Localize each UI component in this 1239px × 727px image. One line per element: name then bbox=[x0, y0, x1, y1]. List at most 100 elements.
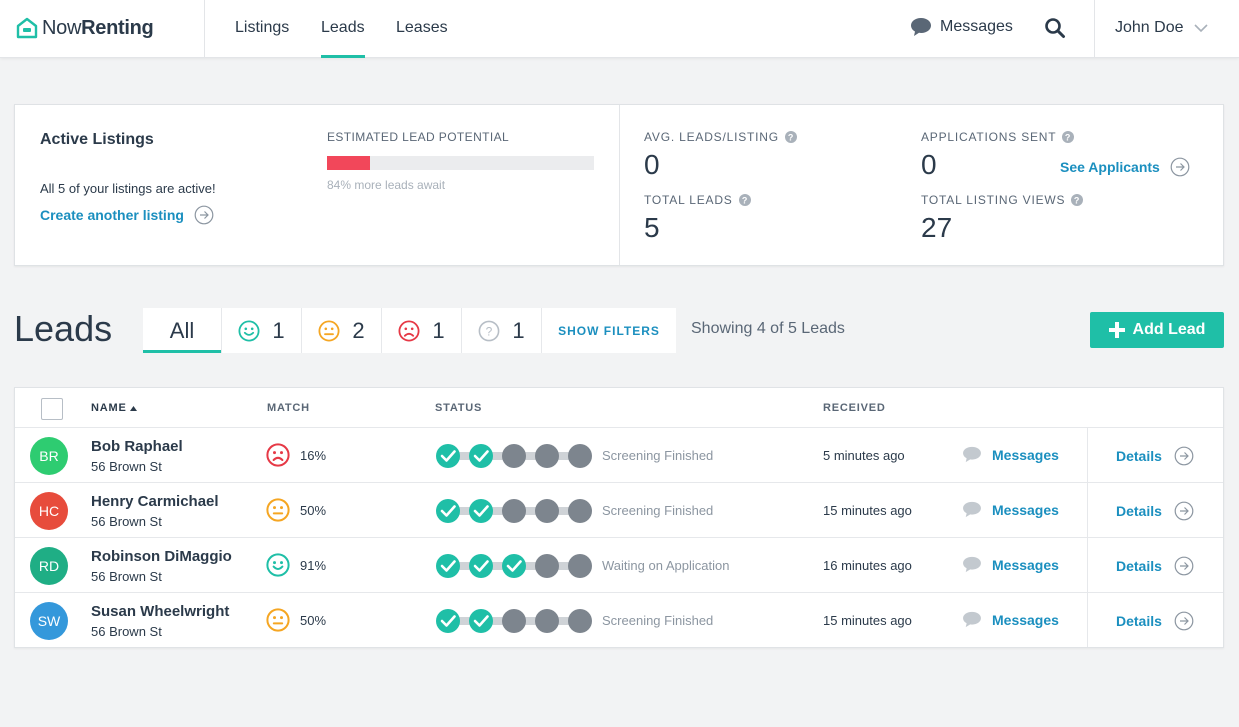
status-text: Screening Finished bbox=[602, 613, 714, 628]
match-percent: 50% bbox=[300, 613, 327, 628]
nav-active-indicator bbox=[321, 55, 365, 58]
help-icon[interactable]: ? bbox=[1071, 194, 1084, 206]
show-filters-label: SHOW FILTERS bbox=[558, 323, 660, 338]
details-link[interactable]: Details bbox=[1116, 611, 1194, 631]
lead-address: 56 Brown St bbox=[91, 514, 162, 529]
summary-divider bbox=[619, 105, 620, 265]
show-filters-button[interactable]: SHOW FILTERS bbox=[542, 308, 676, 353]
applications-sent-label: APPLICATIONS SENT ? bbox=[921, 130, 1075, 144]
tab-unknown-count: 1 bbox=[512, 317, 525, 343]
user-menu[interactable]: John Doe bbox=[1115, 19, 1208, 37]
row-messages-link[interactable]: Messages bbox=[962, 611, 1059, 628]
select-all-checkbox[interactable] bbox=[41, 398, 63, 420]
row-divider bbox=[1087, 538, 1088, 592]
tab-all[interactable]: All bbox=[143, 308, 222, 353]
lead-potential-fill bbox=[327, 156, 370, 170]
table-row[interactable]: SW Susan Wheelwright 56 Brown St 50% Scr… bbox=[15, 593, 1223, 648]
lead-address: 56 Brown St bbox=[91, 569, 162, 584]
column-header-match[interactable]: MATCH bbox=[267, 402, 310, 414]
active-listings-title: Active Listings bbox=[40, 131, 154, 148]
svg-text:?: ? bbox=[788, 132, 794, 142]
details-label: Details bbox=[1116, 448, 1162, 464]
match-percent: 91% bbox=[300, 558, 327, 573]
help-icon[interactable]: ? bbox=[738, 194, 751, 206]
progress-step bbox=[469, 554, 493, 578]
row-messages-link[interactable]: Messages bbox=[962, 501, 1059, 518]
brand-name: NowRenting bbox=[42, 16, 154, 39]
progress-step bbox=[535, 554, 559, 578]
match-percent: 50% bbox=[300, 503, 327, 518]
row-messages-label: Messages bbox=[992, 556, 1059, 573]
row-messages-label: Messages bbox=[992, 611, 1059, 628]
nav-listings[interactable]: Listings bbox=[235, 19, 289, 37]
tab-unknown[interactable]: ? 1 bbox=[462, 308, 542, 353]
create-listing-link[interactable]: Create another listing bbox=[40, 205, 214, 225]
avg-leads-label: AVG. LEADS/LISTING ? bbox=[644, 130, 797, 144]
row-messages-link[interactable]: Messages bbox=[962, 446, 1059, 463]
tab-happy[interactable]: 1 bbox=[222, 308, 302, 353]
search-button[interactable] bbox=[1044, 17, 1066, 44]
column-header-received[interactable]: RECEIVED bbox=[823, 402, 886, 414]
progress-step bbox=[469, 444, 493, 468]
nav-leases[interactable]: Leases bbox=[396, 19, 448, 37]
brand-logo[interactable]: NowRenting bbox=[16, 14, 154, 42]
progress-step bbox=[502, 609, 526, 633]
add-lead-label: Add Lead bbox=[1132, 321, 1206, 338]
row-messages-link[interactable]: Messages bbox=[962, 556, 1059, 573]
avatar: BR bbox=[30, 437, 68, 475]
details-link[interactable]: Details bbox=[1116, 501, 1194, 521]
applications-sent-label-text: APPLICATIONS SENT bbox=[921, 130, 1057, 144]
progress-step bbox=[502, 499, 526, 523]
table-row[interactable]: HC Henry Carmichael 56 Brown St 50% Scre… bbox=[15, 483, 1223, 538]
avatar: SW bbox=[30, 602, 68, 640]
help-icon[interactable]: ? bbox=[784, 131, 797, 143]
plus-icon bbox=[1108, 322, 1125, 338]
lead-name[interactable]: Bob Raphael bbox=[91, 438, 183, 455]
sad-face-icon bbox=[266, 443, 290, 467]
status-text: Waiting on Application bbox=[602, 558, 730, 573]
progress-step bbox=[502, 554, 526, 578]
lead-potential-note: 84% more leads await bbox=[327, 178, 446, 192]
circle-arrow-right-icon bbox=[1174, 446, 1194, 466]
listings-summary-card: Active Listings All 5 of your listings a… bbox=[14, 104, 1224, 266]
circle-arrow-right-icon bbox=[1170, 157, 1190, 177]
neutral-face-icon bbox=[318, 319, 340, 342]
details-link[interactable]: Details bbox=[1116, 556, 1194, 576]
speech-bubble-icon bbox=[963, 611, 981, 628]
tab-sad[interactable]: 1 bbox=[382, 308, 462, 353]
tab-neutral[interactable]: 2 bbox=[302, 308, 382, 353]
lead-name[interactable]: Robinson DiMaggio bbox=[91, 548, 232, 565]
help-icon[interactable]: ? bbox=[1062, 131, 1075, 143]
received-time: 15 minutes ago bbox=[823, 613, 912, 628]
avg-leads-value: 0 bbox=[644, 149, 660, 180]
lead-name[interactable]: Henry Carmichael bbox=[91, 493, 219, 510]
column-header-name[interactable]: NAME bbox=[91, 402, 137, 414]
status-text: Screening Finished bbox=[602, 448, 714, 463]
circle-arrow-right-icon bbox=[1174, 501, 1194, 521]
progress-step bbox=[469, 609, 493, 633]
tab-neutral-count: 2 bbox=[352, 317, 365, 343]
details-label: Details bbox=[1116, 558, 1162, 574]
see-applicants-link[interactable]: See Applicants bbox=[1060, 157, 1190, 177]
header-messages-link[interactable]: Messages bbox=[910, 17, 1013, 37]
add-lead-button[interactable]: Add Lead bbox=[1090, 312, 1224, 348]
see-applicants-label: See Applicants bbox=[1060, 159, 1160, 175]
table-row[interactable]: RD Robinson DiMaggio 56 Brown St 91% Wai… bbox=[15, 538, 1223, 593]
progress-step bbox=[535, 499, 559, 523]
speech-bubble-icon bbox=[963, 446, 981, 463]
progress-step bbox=[568, 499, 592, 523]
happy-face-icon bbox=[238, 319, 260, 342]
total-views-label-text: TOTAL LISTING VIEWS bbox=[921, 193, 1066, 207]
details-link[interactable]: Details bbox=[1116, 446, 1194, 466]
neutral-face-icon bbox=[266, 498, 290, 522]
lead-name[interactable]: Susan Wheelwright bbox=[91, 603, 229, 620]
status-progress bbox=[436, 444, 592, 468]
speech-bubble-icon bbox=[963, 556, 981, 573]
svg-text:?: ? bbox=[486, 324, 493, 338]
row-divider bbox=[1087, 428, 1088, 482]
header-divider bbox=[204, 0, 205, 58]
column-header-name-label: NAME bbox=[91, 402, 127, 414]
nav-leads[interactable]: Leads bbox=[321, 19, 365, 37]
table-row[interactable]: BR Bob Raphael 56 Brown St 16% Screening… bbox=[15, 428, 1223, 483]
column-header-status[interactable]: STATUS bbox=[435, 402, 482, 414]
